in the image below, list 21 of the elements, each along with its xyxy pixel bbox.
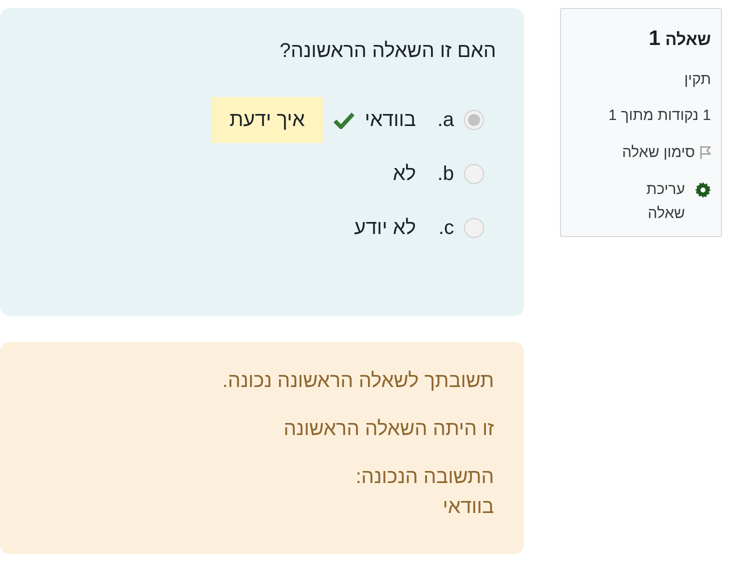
question-text: האם זו השאלה הראשונה?: [278, 39, 496, 64]
option-text: בוודאי: [364, 108, 416, 133]
option-letter: a.: [436, 108, 454, 133]
question-marks: 1 נקודות מתוך 1: [607, 106, 711, 126]
option-feedback: איך ידעת: [211, 97, 323, 143]
edit-question-link[interactable]: עריכת שאלה: [571, 178, 711, 226]
question-state: תקין: [683, 70, 711, 90]
general-feedback: תשובתך לשאלה הראשונה נכונה.: [221, 369, 494, 394]
radio-button[interactable]: [464, 110, 484, 130]
option-text: לא: [392, 162, 416, 187]
radio-button[interactable]: [464, 218, 484, 238]
specific-feedback: זו היתה השאלה הראשונה: [282, 417, 494, 442]
radio-button[interactable]: [464, 164, 484, 184]
right-answer: בוודאי: [442, 495, 494, 520]
right-answer-label: התשובה הנכונה:: [354, 465, 494, 490]
option-letter: c.: [437, 216, 454, 241]
flag-icon: [699, 145, 711, 160]
gear-icon: [695, 182, 711, 198]
option-letter: b.: [436, 162, 454, 187]
option-text: לא יודע: [354, 216, 416, 241]
flag-question-link[interactable]: סימון שאלה: [571, 142, 711, 164]
